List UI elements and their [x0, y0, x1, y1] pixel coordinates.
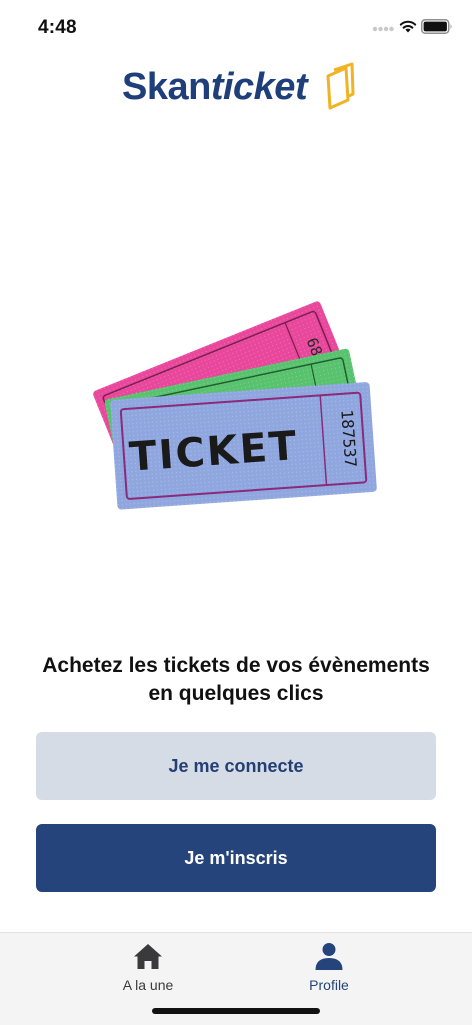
home-icon — [134, 944, 162, 969]
logo-text-ticket: ticket — [210, 66, 308, 108]
home-indicator[interactable] — [152, 1008, 320, 1014]
tab-a-la-une[interactable]: A la une — [68, 941, 228, 1011]
tab-profile-label: Profile — [309, 977, 349, 993]
app-logo: Skanticket — [122, 62, 362, 118]
login-button[interactable]: Je me connecte — [36, 732, 436, 800]
tab-profile[interactable]: Profile — [249, 941, 409, 1011]
wifi-icon — [399, 20, 417, 33]
logo-ticket-mark-icon — [326, 62, 355, 110]
battery-icon — [421, 19, 452, 34]
status-time: 4:48 — [38, 17, 77, 38]
cellular-signal-icon — [372, 26, 394, 32]
tickets-illustration: 683 840 TICKET 187537 — [93, 301, 377, 510]
tab-a-la-une-label: A la une — [122, 977, 174, 993]
status-bar: 4:48 — [0, 0, 472, 56]
logo-text-skan: Skan — [122, 66, 211, 108]
blue-ticket: TICKET 187537 — [110, 382, 377, 510]
blue-ticket-number: 187537 — [337, 409, 360, 468]
signup-button[interactable]: Je m'inscris — [36, 824, 436, 892]
tagline: Achetez les tickets de vos évènements en… — [42, 654, 430, 705]
logo-text: Skanticket — [122, 66, 308, 109]
person-icon — [315, 943, 343, 970]
